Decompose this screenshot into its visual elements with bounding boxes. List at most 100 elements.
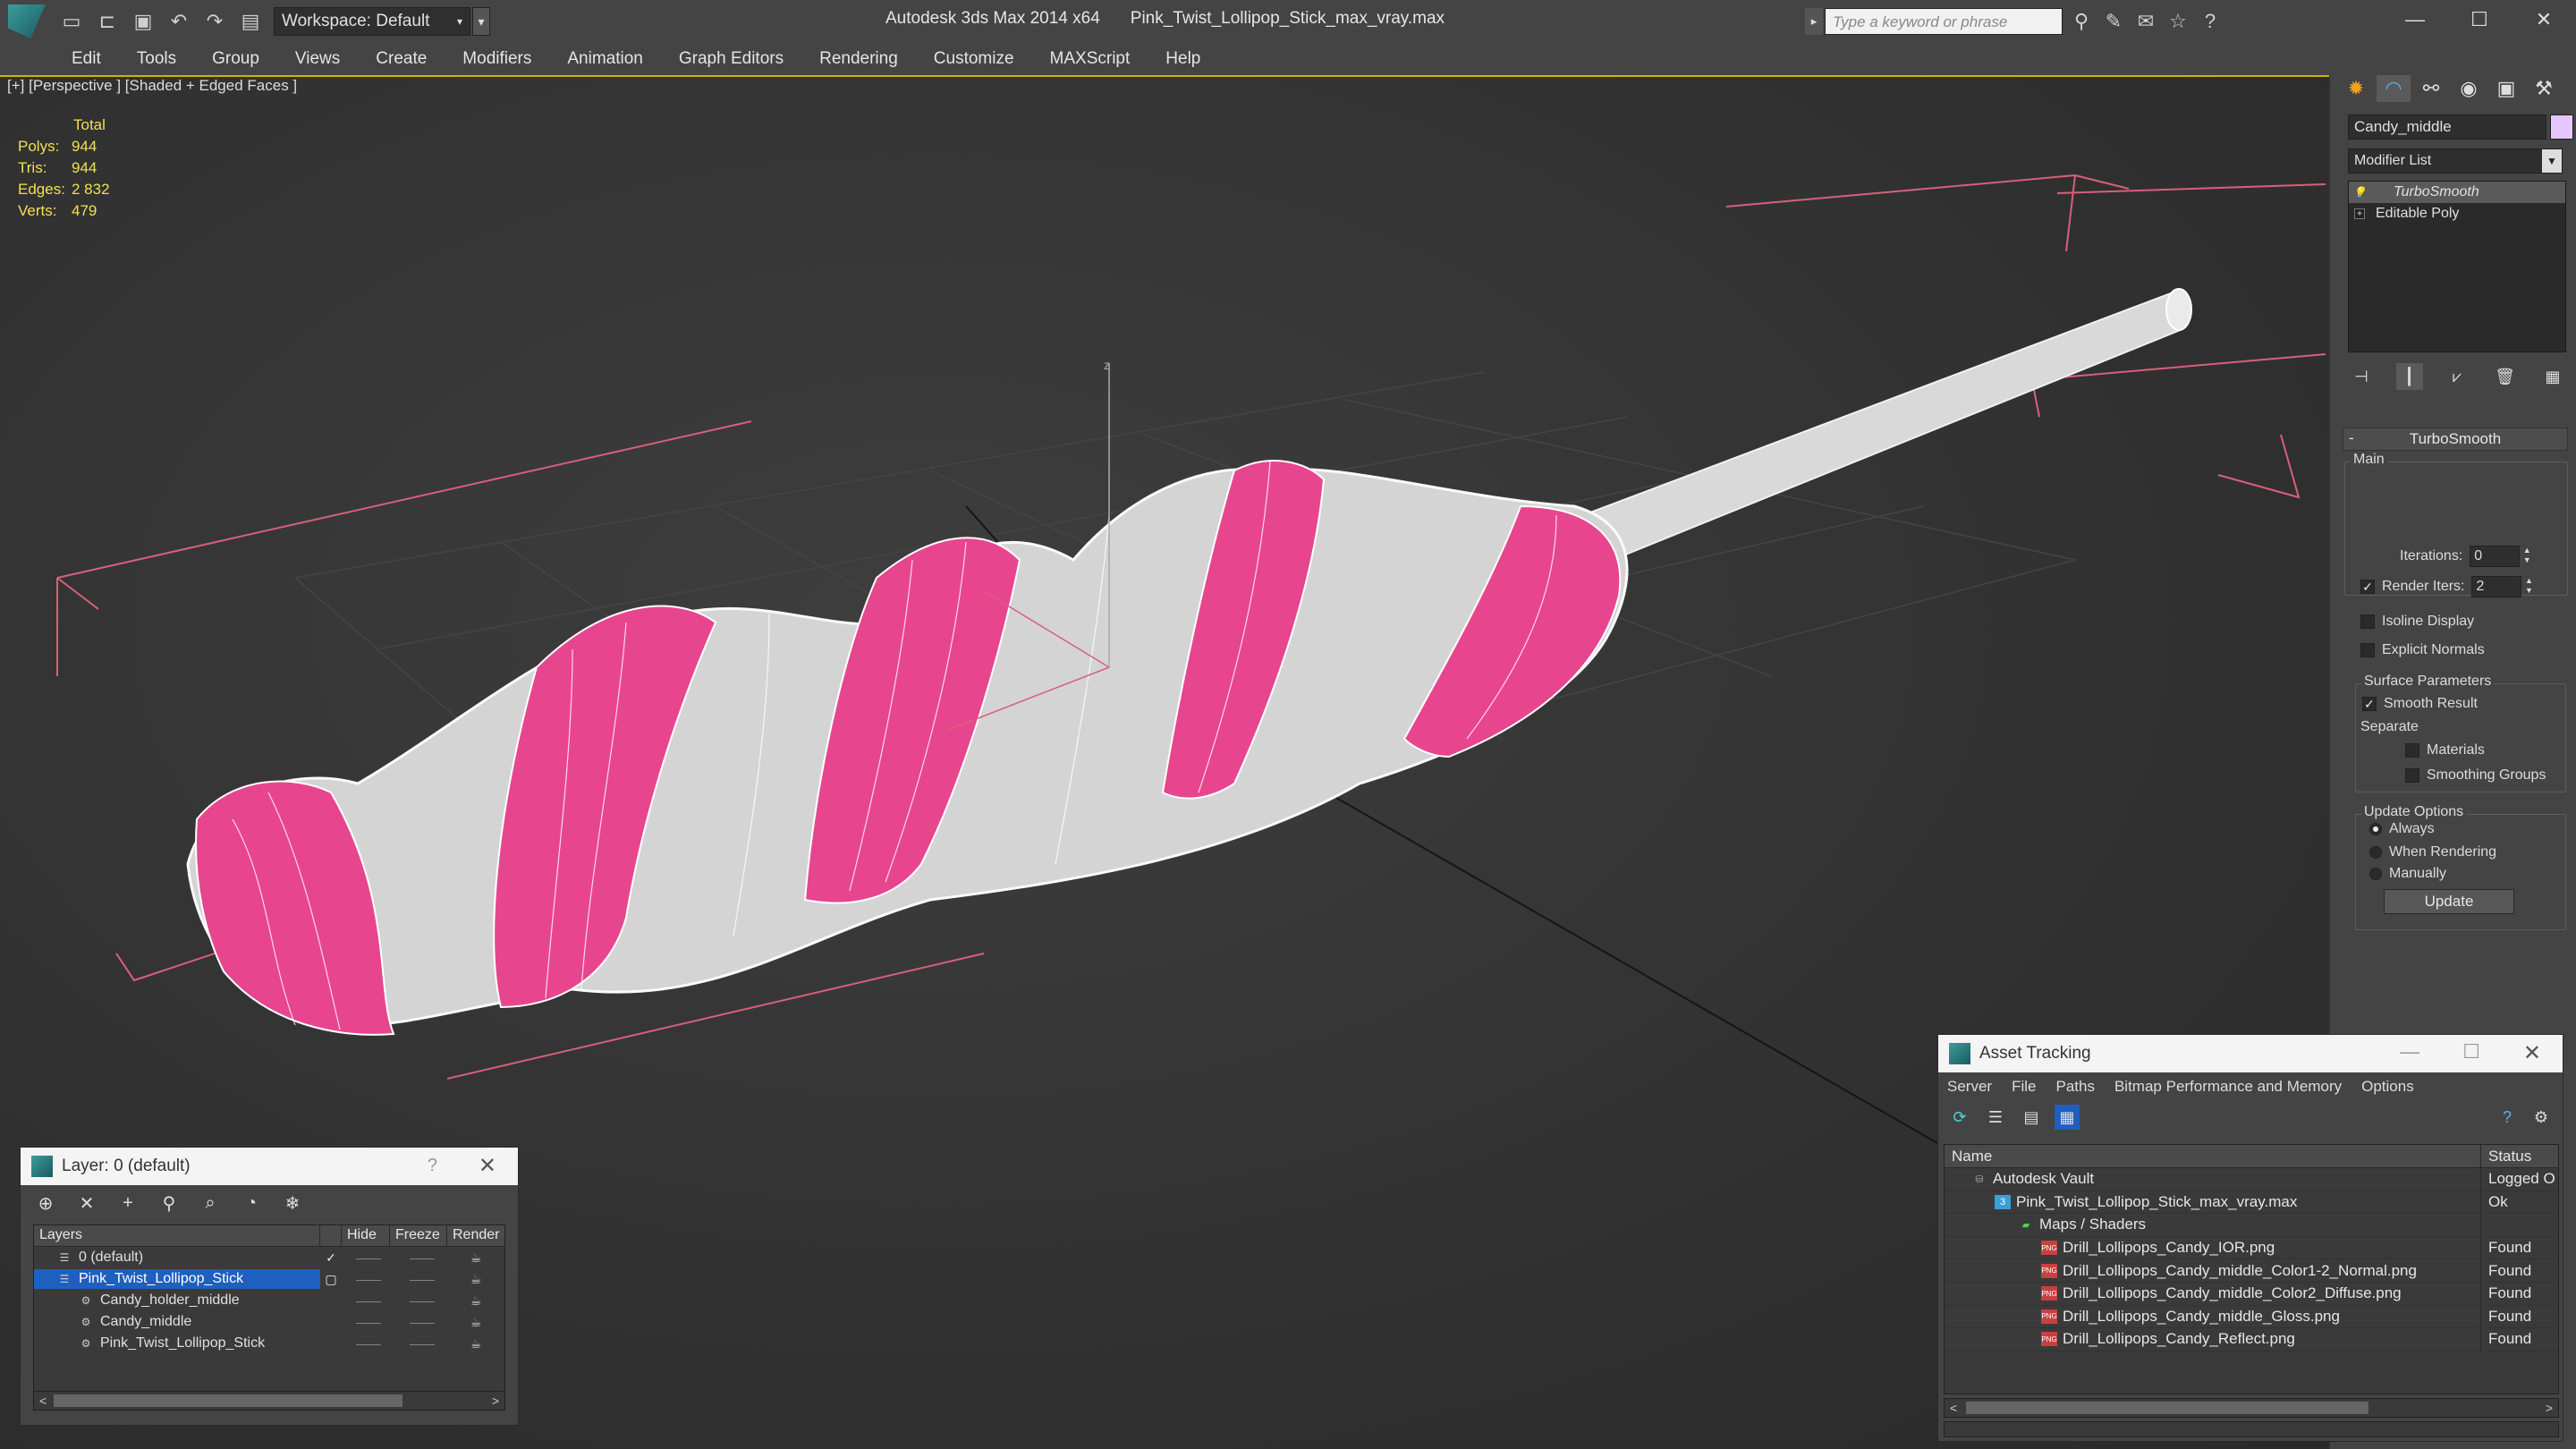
menu-customize[interactable]: Customize bbox=[934, 49, 1014, 69]
app-logo[interactable] bbox=[0, 0, 54, 43]
maximize-icon[interactable]: ☐ bbox=[2447, 0, 2512, 39]
col-render[interactable]: Render bbox=[447, 1225, 504, 1246]
menu-modifiers[interactable]: Modifiers bbox=[462, 49, 531, 69]
redo-icon[interactable]: ↷ bbox=[199, 6, 230, 37]
table-row[interactable]: 3 Pink_Twist_Lollipop_Stick_max_vray.max … bbox=[1945, 1191, 2558, 1215]
table-row[interactable]: ☰ Pink_Twist_Lollipop_Stick ▢ —— —— ☕ bbox=[34, 1268, 504, 1290]
table-row[interactable]: ▰ Maps / Shaders bbox=[1945, 1214, 2558, 1237]
scroll-right-icon[interactable]: > bbox=[492, 1394, 499, 1408]
menu-rendering[interactable]: Rendering bbox=[819, 49, 898, 69]
hide-toggle[interactable]: —— bbox=[342, 1272, 395, 1286]
smooth-result-checkbox[interactable]: ✓ bbox=[2362, 697, 2377, 711]
render-teapot-icon[interactable]: ☕ bbox=[449, 1272, 503, 1287]
display-tab-icon[interactable]: ▣ bbox=[2489, 75, 2523, 102]
materials-checkbox[interactable] bbox=[2405, 743, 2419, 758]
manually-radio[interactable] bbox=[2369, 868, 2382, 880]
layer-horizontal-scrollbar[interactable]: < > bbox=[33, 1391, 505, 1411]
utilities-tab-icon[interactable]: ⚒ bbox=[2527, 75, 2561, 102]
lightbulb-icon[interactable]: 💡 bbox=[2353, 186, 2367, 199]
menu-tools[interactable]: Tools bbox=[137, 49, 176, 69]
asset-horizontal-scrollbar[interactable]: < > bbox=[1944, 1398, 2559, 1418]
select-objects-icon[interactable]: ⚲ bbox=[157, 1191, 182, 1216]
menu-views[interactable]: Views bbox=[295, 49, 340, 69]
help-icon[interactable]: ? bbox=[428, 1156, 437, 1176]
menu-animation[interactable]: Animation bbox=[567, 49, 643, 69]
table-row[interactable]: PNG Drill_Lollipops_Candy_middle_Color1-2… bbox=[1945, 1259, 2558, 1283]
make-unique-icon[interactable]: ⩗ bbox=[2444, 363, 2470, 390]
new-layer-icon[interactable]: ⊕ bbox=[33, 1191, 58, 1216]
stack-item-turbosmooth[interactable]: 💡 TurboSmooth bbox=[2349, 182, 2565, 203]
refresh-icon[interactable]: ⟳ bbox=[1947, 1105, 1972, 1130]
scroll-right-icon[interactable]: > bbox=[2546, 1401, 2553, 1415]
minimize-icon[interactable]: — bbox=[2383, 0, 2447, 39]
expand-plus-icon[interactable]: + bbox=[2354, 208, 2365, 219]
hierarchy-tab-icon[interactable]: ⚯ bbox=[2414, 75, 2448, 102]
col-hide[interactable]: Hide bbox=[342, 1225, 390, 1246]
layer-dialog-titlebar[interactable]: Layer: 0 (default) ? ✕ bbox=[21, 1148, 518, 1185]
open-file-icon[interactable]: ⊏ bbox=[92, 6, 123, 37]
iterations-spinner[interactable]: 0 bbox=[2470, 546, 2521, 567]
close-icon[interactable]: ✕ bbox=[2523, 1040, 2541, 1066]
detail-view-icon[interactable]: ▤ bbox=[2019, 1105, 2044, 1130]
scroll-left-icon[interactable]: < bbox=[39, 1394, 47, 1408]
col-name[interactable]: Name bbox=[1945, 1145, 2481, 1167]
explicit-normals-checkbox[interactable] bbox=[2360, 643, 2375, 657]
menu-edit[interactable]: Edit bbox=[72, 49, 101, 69]
freeze-toggle[interactable]: —— bbox=[395, 1315, 449, 1329]
object-color-swatch[interactable] bbox=[2550, 114, 2573, 140]
always-radio[interactable] bbox=[2369, 823, 2382, 835]
spinner-arrows-icon[interactable]: ▲ ▼ bbox=[2523, 576, 2534, 597]
menu-group[interactable]: Group bbox=[212, 49, 259, 69]
pin-stack-icon[interactable]: ⊣ bbox=[2348, 363, 2375, 390]
render-teapot-icon[interactable]: ☕ bbox=[449, 1250, 503, 1266]
hide-toggle[interactable]: —— bbox=[342, 1336, 395, 1351]
workspace-menu-button[interactable]: ▾ bbox=[472, 7, 490, 36]
show-end-result-icon[interactable]: ┃ bbox=[2395, 363, 2423, 390]
render-iters-checkbox[interactable]: ✓ bbox=[2360, 580, 2375, 594]
table-row[interactable]: PNG Drill_Lollipops_Candy_IOR.png Found bbox=[1945, 1236, 2558, 1260]
undo-icon[interactable]: ↶ bbox=[164, 6, 194, 37]
asset-menu-paths[interactable]: Paths bbox=[2055, 1078, 2094, 1096]
asset-menu-server[interactable]: Server bbox=[1947, 1078, 1992, 1096]
spinner-arrows-icon[interactable]: ▲ ▼ bbox=[2521, 546, 2532, 567]
help-icon[interactable]: ? bbox=[2495, 1105, 2520, 1130]
project-folder-icon[interactable]: ▤ bbox=[235, 6, 266, 37]
assistant-icon[interactable]: ⚙ bbox=[2529, 1105, 2554, 1130]
delete-layer-icon[interactable]: ✕ bbox=[74, 1191, 99, 1216]
create-tab-icon[interactable]: ✹ bbox=[2339, 75, 2373, 102]
subscription-icon[interactable]: ✎ bbox=[2100, 8, 2127, 35]
maximize-icon[interactable]: ☐ bbox=[2462, 1040, 2480, 1063]
turbosmooth-rollout-header[interactable]: - TurboSmooth bbox=[2343, 428, 2568, 451]
modifier-list-dropdown[interactable]: Modifier List ▼ bbox=[2348, 148, 2563, 174]
list-view-icon[interactable]: ☰ bbox=[1983, 1105, 2008, 1130]
hide-toggle[interactable]: —— bbox=[342, 1293, 395, 1308]
table-row[interactable]: ⚙ Candy_middle —— —— ☕ bbox=[34, 1311, 504, 1333]
favorites-star-icon[interactable]: ☆ bbox=[2165, 8, 2191, 35]
table-row[interactable]: ⚙ Pink_Twist_Lollipop_Stick —— —— ☕ bbox=[34, 1333, 504, 1354]
help-icon[interactable]: ? bbox=[2197, 8, 2224, 35]
binoculars-icon[interactable]: ⚲ bbox=[2068, 8, 2095, 35]
remove-modifier-icon[interactable]: 🗑 bbox=[2492, 363, 2519, 390]
table-row[interactable]: PNG Drill_Lollipops_Candy_middle_Gloss.pn… bbox=[1945, 1305, 2558, 1329]
save-file-icon[interactable]: ▣ bbox=[128, 6, 158, 37]
update-button[interactable]: Update bbox=[2384, 889, 2514, 914]
active-check-icon[interactable]: ✓ bbox=[320, 1250, 342, 1266]
configure-sets-icon[interactable]: ▦ bbox=[2539, 363, 2566, 390]
table-row[interactable]: ⛁ Autodesk Vault Logged O bbox=[1945, 1168, 2558, 1191]
menu-create[interactable]: Create bbox=[376, 49, 427, 69]
new-file-icon[interactable]: ▭ bbox=[56, 6, 87, 37]
when-rendering-radio[interactable] bbox=[2369, 846, 2382, 859]
search-input[interactable]: Type a keyword or phrase bbox=[1825, 8, 2063, 35]
modify-tab-icon[interactable]: ◠ bbox=[2377, 75, 2411, 102]
isoline-checkbox[interactable] bbox=[2360, 614, 2375, 629]
asset-dialog-titlebar[interactable]: Asset Tracking — ☐ ✕ bbox=[1938, 1035, 2563, 1072]
active-box-icon[interactable]: ▢ bbox=[320, 1272, 342, 1287]
col-layers[interactable]: Layers bbox=[34, 1225, 320, 1246]
table-row[interactable]: ☰ 0 (default) ✓ —— —— ☕ bbox=[34, 1247, 504, 1268]
table-row[interactable]: PNG Drill_Lollipops_Candy_Reflect.png Fou… bbox=[1945, 1328, 2558, 1352]
close-icon[interactable]: ✕ bbox=[2512, 0, 2576, 39]
freeze-toggle[interactable]: —— bbox=[395, 1250, 449, 1265]
stack-item-editable-poly[interactable]: + Editable Poly bbox=[2349, 203, 2565, 225]
menu-graph-editors[interactable]: Graph Editors bbox=[679, 49, 784, 69]
col-status[interactable]: Status bbox=[2481, 1145, 2538, 1167]
